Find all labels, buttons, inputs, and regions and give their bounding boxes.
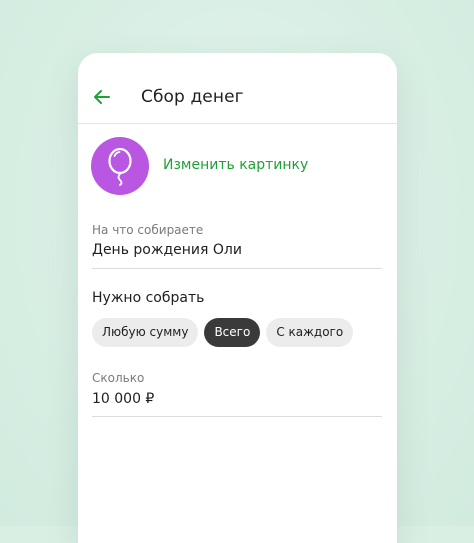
amount-input[interactable]: 10 000 ₽ (92, 391, 154, 407)
purpose-label: На что собираете (92, 223, 204, 237)
chip-per-person[interactable]: С каждого (266, 318, 354, 347)
change-image-link[interactable]: Изменить картинку (163, 157, 308, 173)
phone-screen: Сбор денег Изменить картинку На что соби… (78, 53, 397, 543)
purpose-underline (92, 268, 382, 269)
chip-total[interactable]: Всего (204, 318, 261, 347)
collect-type-title: Нужно собрать (92, 290, 205, 306)
back-button[interactable] (90, 85, 114, 109)
purpose-input[interactable]: День рождения Оли (92, 242, 242, 258)
balloon-icon (108, 147, 132, 186)
top-app-bar: Сбор денег (78, 53, 397, 124)
amount-underline (92, 416, 382, 417)
page-title: Сбор денег (141, 87, 244, 107)
arrow-left-icon (94, 90, 110, 104)
collection-avatar[interactable] (91, 137, 149, 195)
amount-label: Сколько (92, 371, 145, 385)
chip-any-amount[interactable]: Любую сумму (92, 318, 199, 347)
collect-type-chips: Любую сумму Всего С каждого (92, 318, 354, 347)
